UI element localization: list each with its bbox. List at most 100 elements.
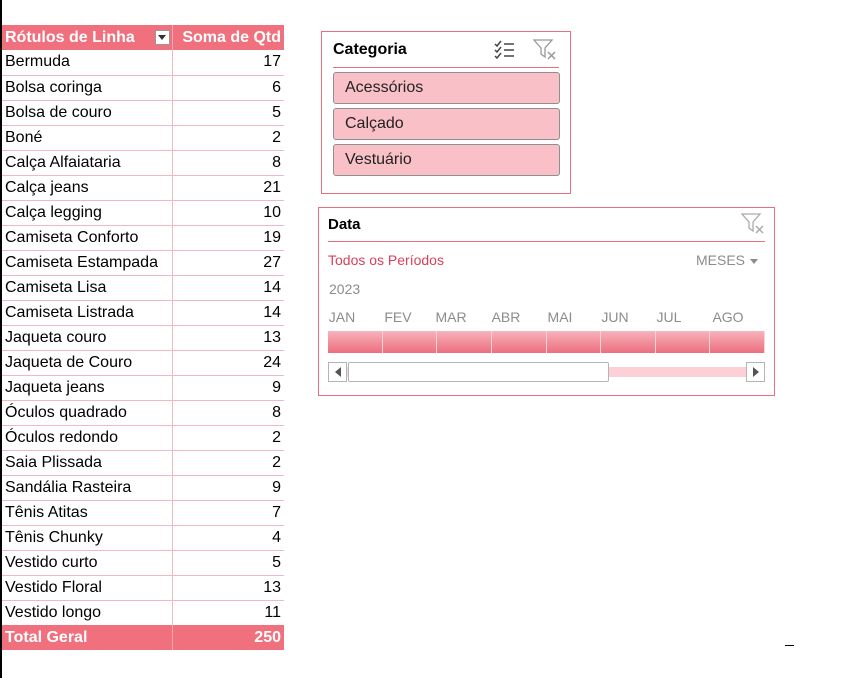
row-value-cell[interactable]: 17 <box>172 50 284 76</box>
table-row: Jaqueta de Couro 24 <box>2 350 284 376</box>
row-value-cell[interactable]: 8 <box>172 400 284 426</box>
row-value-cell[interactable]: 13 <box>172 325 284 351</box>
row-label-cell[interactable]: Vestido Floral <box>2 575 173 601</box>
period-bar-abr[interactable] <box>491 331 547 353</box>
slicer-title: Categoria <box>333 41 407 58</box>
row-label-cell[interactable]: Camiseta Listrada <box>2 300 173 326</box>
row-label-cell[interactable]: Camiseta Estampada <box>2 250 173 276</box>
grand-total-label[interactable]: Total Geral <box>2 625 173 650</box>
value-header[interactable]: Soma de Qtd <box>172 25 284 50</box>
row-label-cell[interactable]: Calça jeans <box>2 175 173 201</box>
period-bar-ago[interactable] <box>710 331 765 353</box>
row-value-cell[interactable]: 9 <box>172 375 284 401</box>
row-value-cell[interactable]: 7 <box>172 500 284 526</box>
row-label-cell[interactable]: Jaqueta couro <box>2 325 173 351</box>
chevron-down-icon <box>158 35 166 40</box>
month-label-mar: MAR <box>435 309 467 325</box>
row-label-cell[interactable]: Calça Alfaiataria <box>2 150 173 176</box>
row-value-cell[interactable]: 5 <box>172 100 284 126</box>
multi-select-icon[interactable] <box>493 40 515 60</box>
row-value-cell[interactable]: 4 <box>172 525 284 551</box>
category-slicer[interactable]: Categoria Acessórios Calçado Vestuário <box>321 31 571 194</box>
row-label-cell[interactable]: Tênis Chunky <box>2 525 173 551</box>
row-label-cell[interactable]: Tênis Atitas <box>2 500 173 526</box>
row-value-cell[interactable]: 24 <box>172 350 284 376</box>
row-value-cell[interactable]: 10 <box>172 200 284 226</box>
timeline-period-label: Todos os Períodos <box>328 252 444 268</box>
table-row: Óculos redondo 2 <box>2 425 284 451</box>
row-value-cell[interactable]: 9 <box>172 475 284 501</box>
period-bar-fev[interactable] <box>382 331 438 353</box>
date-timeline[interactable]: Data Todos os Períodos MESES 2023 JAN FE… <box>318 207 775 396</box>
chevron-down-icon <box>750 258 758 264</box>
row-value-cell[interactable]: 27 <box>172 250 284 276</box>
period-bar-mai[interactable] <box>546 331 602 353</box>
period-bar-jan[interactable] <box>328 331 383 353</box>
row-value-cell[interactable]: 8 <box>172 150 284 176</box>
period-bar-mar[interactable] <box>437 331 492 353</box>
row-label-cell[interactable]: Sandália Rasteira <box>2 475 173 501</box>
slicer-header: Categoria <box>333 32 559 68</box>
timeline-year: 2023 <box>329 281 361 297</box>
clear-filter-icon[interactable] <box>533 39 557 61</box>
row-value-cell[interactable]: 13 <box>172 575 284 601</box>
row-label-cell[interactable]: Bolsa de couro <box>2 100 173 126</box>
pivot-header-row: Rótulos de Linha Soma de Qtd <box>2 25 284 50</box>
table-row: Camiseta Listrada 14 <box>2 300 284 326</box>
row-value-cell[interactable]: 2 <box>172 450 284 476</box>
row-label-cell[interactable]: Camiseta Lisa <box>2 275 173 301</box>
row-value-cell[interactable]: 6 <box>172 75 284 101</box>
row-label-cell[interactable]: Vestido longo <box>2 600 173 625</box>
timeline-scrollbar[interactable] <box>328 362 765 382</box>
row-label-cell[interactable]: Óculos redondo <box>2 425 173 451</box>
row-value-cell[interactable]: 21 <box>172 175 284 201</box>
scroll-right-button[interactable] <box>746 362 765 382</box>
table-row: Calça Alfaiataria 8 <box>2 150 284 176</box>
month-label-mai: MAI <box>547 309 573 325</box>
row-labels-header-text: Rótulos de Linha <box>5 28 135 46</box>
period-bar-jul[interactable] <box>655 331 711 353</box>
arrow-left-icon <box>334 367 341 377</box>
row-label-cell[interactable]: Vestido curto <box>2 550 173 576</box>
row-value-cell[interactable]: 11 <box>172 600 284 625</box>
row-label-cell[interactable]: Calça legging <box>2 200 173 226</box>
table-row: Tênis Atitas 7 <box>2 500 284 526</box>
row-label-cell[interactable]: Camiseta Conforto <box>2 225 173 251</box>
scroll-left-button[interactable] <box>328 362 347 382</box>
table-row: Boné 2 <box>2 125 284 151</box>
row-label-cell[interactable]: Jaqueta de Couro <box>2 350 173 376</box>
clear-filter-icon[interactable] <box>741 213 765 235</box>
row-label-cell[interactable]: Boné <box>2 125 173 151</box>
row-value-cell[interactable]: 2 <box>172 125 284 151</box>
cell-cursor-mark <box>785 645 794 646</box>
slicer-item-calcado[interactable]: Calçado <box>333 108 560 140</box>
timeline-level-dropdown[interactable]: MESES <box>696 252 758 268</box>
row-label-cell[interactable]: Saia Plissada <box>2 450 173 476</box>
grand-total-row: Total Geral 250 <box>2 625 284 650</box>
month-label-abr: ABR <box>491 309 521 325</box>
row-value-cell[interactable]: 19 <box>172 225 284 251</box>
month-label-fev: FEV <box>384 309 412 325</box>
slicer-item-vestuario[interactable]: Vestuário <box>333 144 560 176</box>
row-labels-header[interactable]: Rótulos de Linha <box>2 25 173 50</box>
row-value-cell[interactable]: 14 <box>172 275 284 301</box>
table-row: Saia Plissada 2 <box>2 450 284 476</box>
pivot-table: Rótulos de Linha Soma de Qtd Bermuda 17 Bo… <box>2 25 284 650</box>
period-bar-jun[interactable] <box>601 331 656 353</box>
slicer-item-acessorios[interactable]: Acessórios <box>333 72 560 104</box>
table-row: Camiseta Conforto 19 <box>2 225 284 251</box>
row-value-cell[interactable]: 5 <box>172 550 284 576</box>
row-label-cell[interactable]: Bermuda <box>2 50 173 76</box>
row-value-cell[interactable]: 2 <box>172 425 284 451</box>
row-label-cell[interactable]: Óculos quadrado <box>2 400 173 426</box>
row-label-cell[interactable]: Bolsa coringa <box>2 75 173 101</box>
month-label-jul: JUL <box>656 309 682 325</box>
row-value-cell[interactable]: 14 <box>172 300 284 326</box>
row-label-cell[interactable]: Jaqueta jeans <box>2 375 173 401</box>
table-row: Vestido curto 5 <box>2 550 284 576</box>
scrollbar-thumb[interactable] <box>348 362 609 382</box>
table-row: Jaqueta jeans 9 <box>2 375 284 401</box>
timeline-period-bars[interactable] <box>328 331 765 353</box>
grand-total-value[interactable]: 250 <box>172 625 284 650</box>
filter-dropdown-button[interactable] <box>154 30 170 45</box>
